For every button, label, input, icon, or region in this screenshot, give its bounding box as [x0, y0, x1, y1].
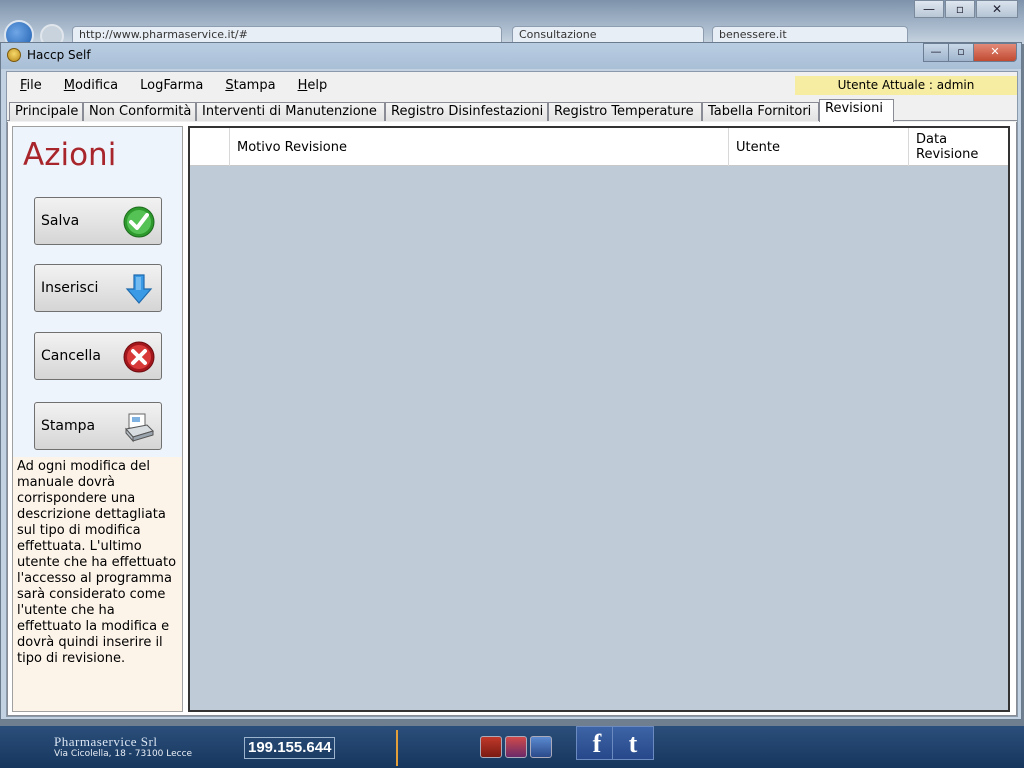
close-button[interactable]: ✕ — [973, 43, 1017, 62]
footer-address: Via Cicolella, 18 - 73100 Lecce — [54, 749, 193, 759]
delete-button[interactable]: Cancella — [34, 332, 162, 380]
title-bar[interactable]: Haccp Self — ▫ ✕ — [1, 43, 1021, 69]
background-browser: http://www.pharmaservice.it/# Consultazi… — [0, 0, 1024, 50]
maximize-button[interactable]: ▫ — [948, 43, 974, 62]
twitter-icon[interactable]: t — [612, 726, 654, 760]
client-area: File Modifica LogFarma Stampa Help Utent… — [6, 71, 1018, 717]
column-header-data[interactable]: Data Revisione — [909, 128, 1008, 166]
print-button[interactable]: Stampa — [34, 402, 162, 450]
tab-principale[interactable]: Principale — [9, 102, 83, 121]
column-header-utente[interactable]: Utente — [729, 128, 909, 166]
current-user-badge: Utente Attuale : admin — [795, 76, 1017, 95]
delete-button-label: Cancella — [41, 348, 101, 364]
menu-bar: File Modifica LogFarma Stampa Help Utent… — [7, 72, 1017, 98]
tab-interventi-manutenzione[interactable]: Interventi di Manutenzione — [196, 102, 385, 121]
browser-tab-label: Consultazione — [519, 28, 597, 41]
footer-divider — [396, 730, 398, 766]
actions-sidebar: Azioni Salva Inserisci Cancella Stampa A… — [12, 126, 183, 712]
menu-file[interactable]: File — [11, 78, 51, 93]
arrow-down-icon — [125, 274, 153, 304]
address-text: http://www.pharmaservice.it/# — [79, 28, 248, 41]
window-controls: — ▫ ✕ — [923, 43, 1017, 62]
menu-modifica[interactable]: Modifica — [55, 78, 127, 93]
menu-logfarma[interactable]: LogFarma — [131, 78, 212, 93]
menu-label: elp — [307, 77, 328, 93]
tab-registro-disinfestazioni[interactable]: Registro Disinfestazioni — [385, 102, 548, 121]
sidebar-title: Azioni — [23, 137, 117, 173]
menu-label: tampa — [233, 77, 276, 93]
app-logo-icon — [7, 48, 21, 62]
footer-bar: Pharmaservice Srl Via Cicolella, 18 - 73… — [0, 726, 1024, 768]
menu-stampa[interactable]: Stampa — [216, 78, 284, 93]
tab-registro-temperature[interactable]: Registro Temperature — [548, 102, 702, 121]
footer-phone: 199.155.644 — [244, 737, 336, 759]
revisions-table[interactable]: Motivo Revisione Utente Data Revisione — [188, 126, 1010, 712]
tab-content: Azioni Salva Inserisci Cancella Stampa A… — [7, 122, 1017, 716]
lock-icon[interactable] — [480, 736, 502, 758]
app-window: Haccp Self — ▫ ✕ File Modifica LogFarma … — [0, 42, 1022, 720]
menu-label: odifica — [75, 77, 119, 93]
delete-x-icon — [123, 341, 155, 373]
info-note: Ad ogni modifica del manuale dovrà corri… — [13, 457, 182, 711]
tab-strip: Principale Non Conformità Interventi di … — [7, 99, 1017, 122]
browser-maximize-icon[interactable]: ▫ — [945, 0, 975, 18]
save-button[interactable]: Salva — [34, 197, 162, 245]
media-icon[interactable] — [505, 736, 527, 758]
browser-minimize-icon[interactable]: — — [914, 0, 944, 18]
table-header: Motivo Revisione Utente Data Revisione — [190, 128, 1008, 166]
tab-revisioni[interactable]: Revisioni — [819, 99, 894, 122]
printer-icon — [125, 413, 154, 443]
globe-icon[interactable] — [530, 736, 552, 758]
row-header-column[interactable] — [190, 128, 230, 166]
column-header-motivo[interactable]: Motivo Revisione — [230, 128, 729, 166]
menu-help[interactable]: Help — [289, 78, 337, 93]
insert-button-label: Inserisci — [41, 280, 99, 296]
footer-brand: Pharmaservice Srl — [54, 734, 158, 749]
checkmark-icon — [123, 206, 155, 238]
menu-label: LogFarma — [140, 77, 204, 93]
minimize-button[interactable]: — — [923, 43, 949, 62]
print-button-label: Stampa — [41, 418, 96, 434]
browser-window-controls: — ▫ ✕ — [913, 0, 1018, 18]
browser-close-icon[interactable]: ✕ — [976, 0, 1018, 18]
tab-non-conformita[interactable]: Non Conformità — [83, 102, 196, 121]
menu-label: ile — [26, 77, 42, 93]
window-title: Haccp Self — [27, 48, 91, 62]
browser-tab-label: benessere.it — [719, 28, 787, 41]
menu-mnemonic: S — [225, 77, 234, 93]
tab-tabella-fornitori[interactable]: Tabella Fornitori — [702, 102, 819, 121]
insert-button[interactable]: Inserisci — [34, 264, 162, 312]
save-button-label: Salva — [41, 213, 80, 229]
menu-mnemonic: H — [297, 77, 308, 93]
menu-mnemonic: M — [63, 77, 75, 93]
